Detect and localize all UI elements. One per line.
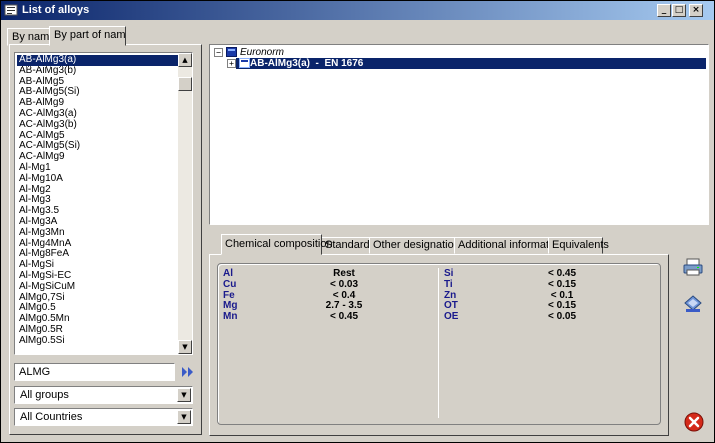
- tab-equivalents[interactable]: Equivalents: [548, 237, 609, 254]
- country-select[interactable]: All Countries ▼: [14, 408, 193, 426]
- element-symbol: Zn: [444, 289, 457, 301]
- alloys-window: List of alloys _ □ × By name By part of …: [0, 0, 715, 443]
- window-title: List of alloys: [22, 4, 90, 16]
- list-item[interactable]: AB-AlMg3(b): [17, 65, 179, 77]
- chevron-down-icon[interactable]: ▼: [177, 410, 191, 424]
- country-select-value: All Countries: [20, 411, 83, 423]
- book-icon: [239, 58, 250, 68]
- scroll-down-button[interactable]: ▼: [178, 340, 192, 354]
- standards-tree: − Euronorm +: [209, 44, 709, 225]
- composition-divider: [438, 268, 439, 418]
- tree-expand-icon[interactable]: +: [227, 59, 236, 68]
- group-select-value: All groups: [20, 389, 69, 401]
- title-bar: List of alloys _ □ ×: [1, 1, 714, 20]
- printer-icon[interactable]: [683, 257, 703, 277]
- element-value: 2.7 - 3.5: [325, 300, 363, 312]
- element-value: Rest: [333, 268, 355, 279]
- element-value: < 0.15: [547, 300, 577, 312]
- minimize-button[interactable]: _: [657, 4, 671, 17]
- element-value: < 0.05: [547, 311, 577, 323]
- element-symbol: OT: [444, 300, 458, 312]
- chevron-down-icon[interactable]: ▼: [177, 388, 191, 402]
- element-symbol: Fe: [223, 289, 235, 301]
- alloy-list-icon: [4, 4, 18, 16]
- book-icon: [226, 47, 237, 57]
- element-value: < 0.15: [547, 278, 577, 290]
- scroll-thumb[interactable]: [178, 77, 192, 91]
- list-item[interactable]: Al-Mg10A: [17, 173, 179, 185]
- element-symbol: Al: [223, 268, 233, 279]
- maximize-button[interactable]: □: [672, 4, 686, 17]
- tab-other-designations[interactable]: Other designations: [369, 237, 465, 254]
- close-red-icon[interactable]: [684, 412, 704, 432]
- element-symbol: OE: [444, 311, 459, 323]
- element-symbol: Cu: [223, 278, 237, 290]
- element-value: < 0.45: [329, 311, 359, 323]
- element-symbol: Mg: [223, 300, 238, 312]
- export-icon[interactable]: [683, 294, 703, 314]
- element-value: < 0.45: [547, 268, 577, 279]
- tab-by-part-of-name[interactable]: By part of name: [49, 26, 126, 46]
- tree-collapse-icon[interactable]: −: [214, 48, 223, 57]
- close-window-button[interactable]: ×: [689, 4, 703, 17]
- element-value: < 0.03: [329, 278, 359, 290]
- alloy-list: AB-AlMg3(a) AB-AlMg3(b) AB-AlMg5 AB-AlMg5(S…: [16, 54, 180, 347]
- scroll-up-button[interactable]: ▲: [178, 53, 192, 67]
- tab-additional-information[interactable]: Additional information: [454, 237, 564, 254]
- alloy-listbox[interactable]: AB-AlMg3(a) AB-AlMg3(b) AB-AlMg5 AB-AlMg5(S…: [14, 52, 193, 355]
- list-scrollbar[interactable]: ▲ ▼: [178, 53, 192, 354]
- element-value: < 0.1: [550, 289, 574, 301]
- element-value: < 0.4: [332, 289, 356, 301]
- list-item[interactable]: AlMg0.5Si: [17, 335, 179, 347]
- element-symbol: Si: [444, 268, 454, 279]
- group-select[interactable]: All groups ▼: [14, 386, 193, 404]
- list-item[interactable]: Al-MgSiCuM: [17, 281, 179, 293]
- element-symbol: Ti: [444, 278, 453, 290]
- search-input[interactable]: ALMG: [14, 363, 175, 381]
- list-item[interactable]: Al-Mg3Mn: [17, 227, 179, 239]
- tree-selected-standard[interactable]: AB-AlMg3(a) - EN 1676: [236, 58, 706, 69]
- element-symbol: Mn: [223, 311, 238, 323]
- list-item[interactable]: AC-AlMg3(b): [17, 119, 179, 131]
- tab-chemical-composition[interactable]: Chemical composition: [221, 234, 333, 255]
- search-go-icon[interactable]: [181, 366, 195, 378]
